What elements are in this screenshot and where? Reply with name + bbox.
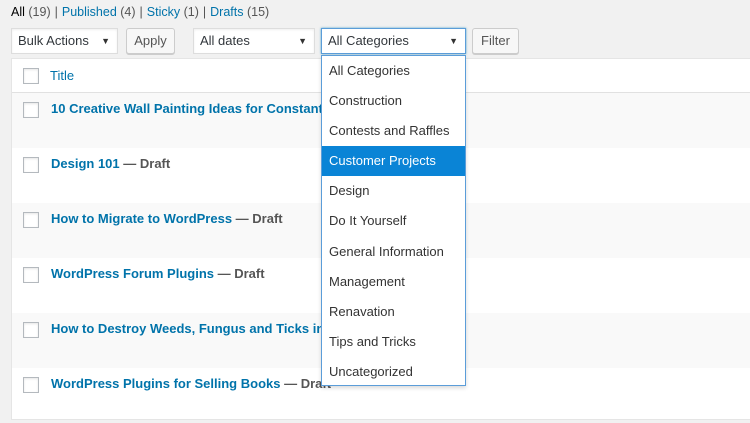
category-option[interactable]: Design xyxy=(322,176,465,206)
post-title-link[interactable]: How to Destroy Weeds, Fungus and Ticks i… xyxy=(51,321,336,336)
row-checkbox[interactable] xyxy=(23,212,39,228)
row-checkbox[interactable] xyxy=(23,322,39,338)
post-state: — Draft xyxy=(232,211,283,226)
title-column-header[interactable]: Title xyxy=(50,68,74,83)
category-option[interactable]: Construction xyxy=(322,86,465,116)
category-option[interactable]: General Information xyxy=(322,237,465,267)
post-title-link[interactable]: How to Migrate to WordPress xyxy=(51,211,232,226)
select-all-checkbox[interactable] xyxy=(23,68,39,84)
separator: | xyxy=(139,5,143,19)
status-filter-links: All (19) | Published (4) | Sticky (1) | Drafts… xyxy=(11,5,269,19)
filter-button[interactable]: Filter xyxy=(472,28,519,54)
category-option-highlighted[interactable]: Customer Projects xyxy=(322,146,465,177)
post-title-link[interactable]: Design 101 xyxy=(51,156,120,171)
row-checkbox[interactable] xyxy=(23,377,39,393)
status-published-link[interactable]: Published (4) xyxy=(62,5,136,19)
row-checkbox[interactable] xyxy=(23,157,39,173)
category-dropdown-list: All Categories Construction Contests and… xyxy=(321,55,466,386)
category-filter-value: All Categories xyxy=(328,33,409,48)
status-drafts-link[interactable]: Drafts (15) xyxy=(210,5,269,19)
category-option[interactable]: All Categories xyxy=(322,56,465,86)
category-option[interactable]: Renavation xyxy=(322,297,465,327)
bulk-actions-select[interactable]: Bulk Actions ▼ xyxy=(11,28,118,54)
row-checkbox[interactable] xyxy=(23,102,39,118)
triangle-down-icon: ▼ xyxy=(298,36,307,46)
category-option[interactable]: Tips and Tricks xyxy=(322,327,465,357)
triangle-down-icon: ▼ xyxy=(449,36,458,46)
status-sticky-link[interactable]: Sticky (1) xyxy=(147,5,199,19)
separator: | xyxy=(54,5,58,19)
status-all-link[interactable]: All (19) xyxy=(11,5,51,19)
post-title-link[interactable]: WordPress Plugins for Selling Books xyxy=(51,376,280,391)
row-checkbox[interactable] xyxy=(23,267,39,283)
category-option[interactable]: Contests and Raffles xyxy=(322,116,465,146)
post-state: — Draft xyxy=(119,156,171,171)
apply-button[interactable]: Apply xyxy=(126,28,175,54)
date-filter-select[interactable]: All dates ▼ xyxy=(193,28,315,54)
bulk-actions-value: Bulk Actions xyxy=(18,33,89,48)
post-title-link[interactable]: 10 Creative Wall Painting Ideas for Cons… xyxy=(51,101,336,116)
post-state: — Draft xyxy=(214,266,265,281)
separator: | xyxy=(202,5,207,19)
category-option[interactable]: Management xyxy=(322,267,465,297)
category-option[interactable]: Do It Yourself xyxy=(322,206,465,236)
triangle-down-icon: ▼ xyxy=(101,36,110,46)
category-filter-select[interactable]: All Categories ▼ xyxy=(321,28,466,54)
category-option[interactable]: Uncategorized xyxy=(322,357,465,387)
post-title-link[interactable]: WordPress Forum Plugins xyxy=(51,266,214,281)
date-filter-value: All dates xyxy=(200,33,250,48)
